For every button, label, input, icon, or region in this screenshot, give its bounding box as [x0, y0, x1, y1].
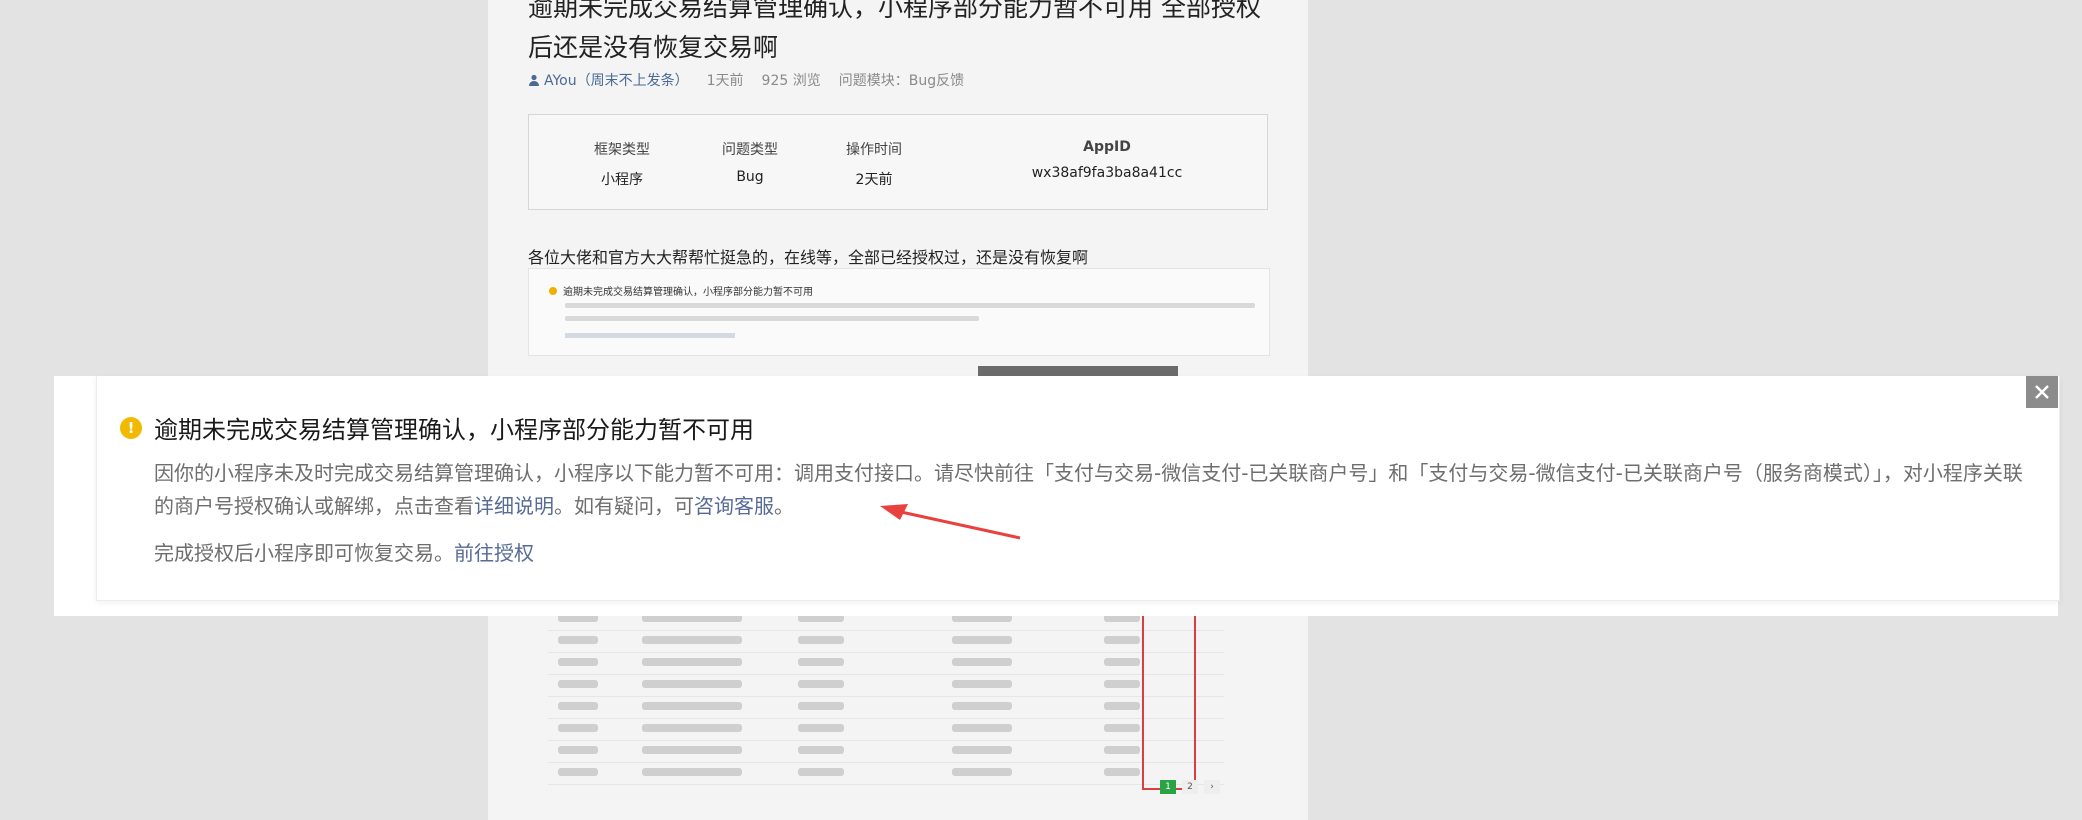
table-row: [548, 742, 1224, 763]
table-pager: 1 2 ›: [1160, 780, 1220, 794]
modal-desc-text: 因你的小程序未及时完成交易结算管理确认，小程序以下能力暂不可用：调用支付接口。请…: [154, 461, 2023, 518]
post-author-name: AYou（周末不上发条）: [544, 73, 689, 89]
modal-footer-text: 完成授权后小程序即可恢复交易。前往授权: [154, 537, 534, 566]
info-operation-time: 操作时间 2天前: [819, 139, 929, 189]
info-operation-time-key: 操作时间: [846, 142, 902, 158]
thumb-line: [565, 316, 979, 321]
modal-desc-mid: 。如有疑问，可: [554, 494, 694, 518]
info-framework-value: 小程序: [601, 172, 643, 188]
close-icon: [2035, 385, 2049, 399]
info-issue-type-key: 问题类型: [722, 142, 778, 158]
post-info-box: 框架类型 小程序 问题类型 Bug 操作时间 2天前 AppID wx38af9…: [528, 114, 1268, 210]
modal-foot-text: 完成授权后小程序即可恢复交易。: [154, 541, 454, 565]
table-row: [548, 632, 1224, 653]
warning-icon: !: [120, 417, 142, 439]
post-module: 问题模块：Bug反馈: [838, 73, 965, 89]
info-operation-time-value: 2天前: [855, 172, 893, 188]
table-row: [548, 720, 1224, 741]
post-title: 逾期未完成交易结算管理确认，小程序部分能力暂不可用 全部授权后还是没有恢复交易啊: [528, 0, 1261, 62]
pager-page-1[interactable]: 1: [1160, 780, 1176, 794]
info-appid-value: wx38af9fa3ba8a41cc: [1031, 165, 1183, 181]
pager-next[interactable]: ›: [1204, 780, 1220, 794]
info-issue-type: 问题类型 Bug: [695, 139, 805, 185]
post-screenshot-thumbnail[interactable]: 逾期未完成交易结算管理确认，小程序部分能力暂不可用: [528, 268, 1270, 356]
thumb-title-row: 逾期未完成交易结算管理确认，小程序部分能力暂不可用: [549, 283, 813, 298]
highlight-frame: [1142, 610, 1196, 790]
post-body: 各位大佬和官方大大帮帮忙挺急的，在线等，全部已经授权过，还是没有恢复啊: [528, 248, 1089, 267]
thumb-line: [565, 303, 1255, 308]
red-arrow-annotation: [880, 504, 1021, 540]
thumb-link-line: [565, 333, 735, 338]
post-views: 925 浏览: [761, 73, 821, 89]
user-icon: [529, 74, 539, 86]
thumb-text-lines: [565, 303, 1255, 327]
modal-desc-end: 。: [774, 494, 794, 518]
info-issue-type-value: Bug: [736, 169, 764, 185]
table-row: [548, 676, 1224, 697]
info-framework-key: 框架类型: [594, 142, 650, 158]
pager-page-2[interactable]: 2: [1182, 780, 1198, 794]
table-row: [548, 654, 1224, 675]
go-authorize-link[interactable]: 前往授权: [454, 541, 534, 565]
warning-dot-icon: [549, 286, 557, 295]
customer-service-link[interactable]: 咨询客服: [694, 494, 774, 518]
post-table-screenshot: [548, 610, 1224, 806]
detail-link[interactable]: 详细说明: [474, 494, 554, 518]
post-time: 1天前: [706, 73, 744, 89]
modal-title: 逾期未完成交易结算管理确认，小程序部分能力暂不可用: [154, 416, 754, 444]
info-appid-key: AppID: [1083, 139, 1131, 155]
table-row: [548, 698, 1224, 719]
thumb-title: 逾期未完成交易结算管理确认，小程序部分能力暂不可用: [563, 287, 813, 298]
post-meta: AYou（周末不上发条） 1天前 925 浏览 问题模块：Bug反馈: [528, 70, 964, 90]
info-appid: AppID wx38af9fa3ba8a41cc: [997, 139, 1217, 181]
close-button[interactable]: [2026, 376, 2058, 408]
table-row: [548, 764, 1224, 785]
modal-description: 因你的小程序未及时完成交易结算管理确认，小程序以下能力暂不可用：调用支付接口。请…: [154, 457, 2024, 523]
info-framework: 框架类型 小程序: [567, 139, 677, 189]
post-author[interactable]: AYou（周末不上发条）: [528, 70, 689, 90]
